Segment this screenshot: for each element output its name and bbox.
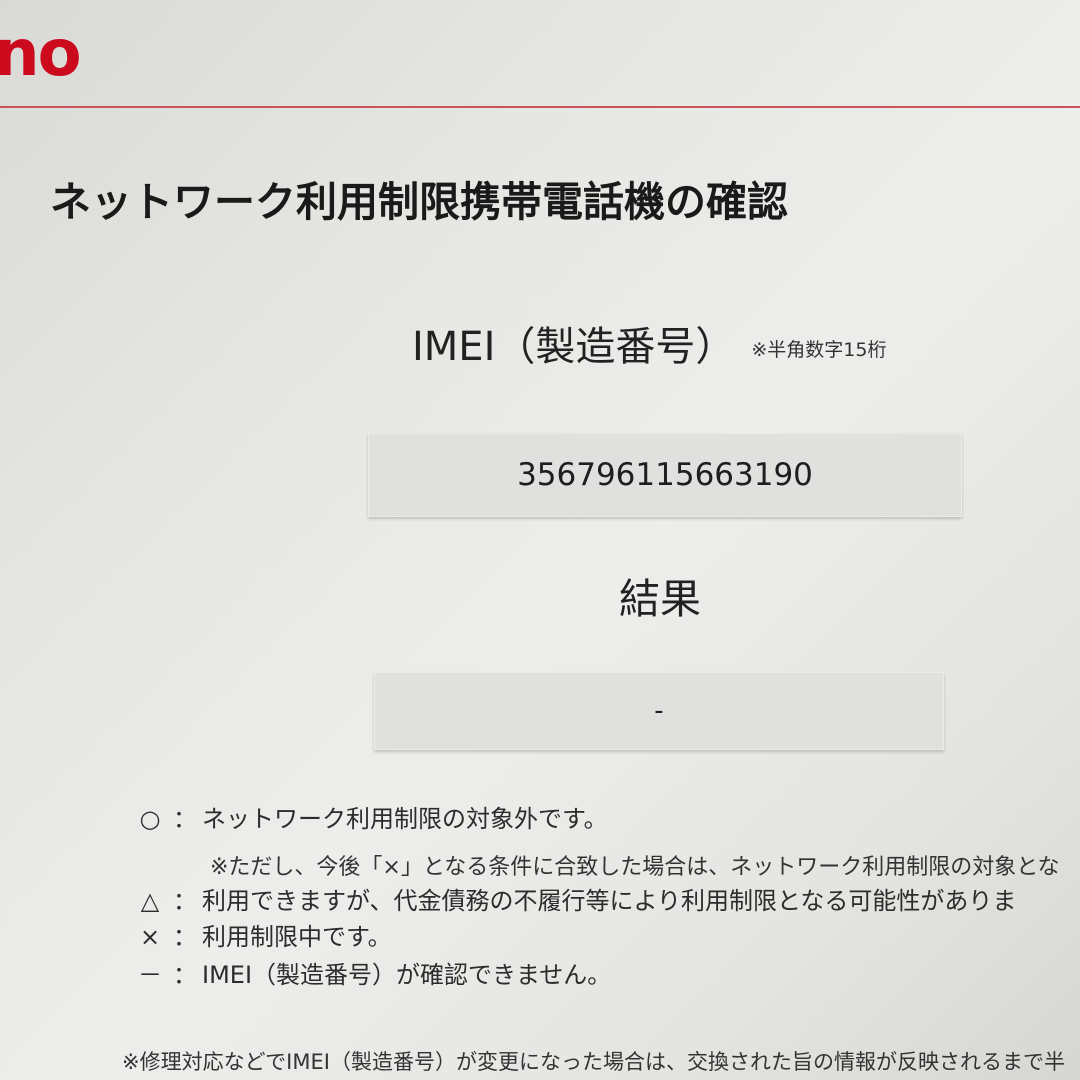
- result-field: -: [374, 672, 944, 750]
- legend-text: IMEI（製造番号）が確認できません。: [202, 961, 612, 989]
- legend-row-circle: ○：ネットワーク利用制限の対象外です。: [132, 804, 608, 835]
- legend-row-triangle: △：利用できますが、代金債務の不履行等により利用制限となる可能性がありま: [132, 886, 1017, 917]
- brand-logo[interactable]: no: [0, 22, 82, 86]
- imei-label: IMEI（製造番号） ※半角数字15桁: [412, 323, 887, 371]
- imei-format-note: ※半角数字15桁: [751, 339, 887, 361]
- imei-value: 356796115663190: [517, 457, 813, 493]
- imei-input[interactable]: 356796115663190: [368, 433, 962, 517]
- result-value: -: [654, 696, 664, 726]
- cross-icon: ×: [139, 923, 161, 951]
- legend-text: ネットワーク利用制限の対象外です。: [202, 805, 608, 833]
- triangle-icon: △: [140, 887, 160, 915]
- page-title: ネットワーク利用制限携帯電話機の確認: [50, 178, 788, 226]
- legend-row-cross: ×：利用制限中です。: [132, 922, 392, 953]
- circle-icon: ○: [139, 805, 161, 833]
- legend-note: ※ただし、今後「×」となる条件に合致した場合は、ネットワーク利用制限の対象とな: [210, 855, 1060, 880]
- result-label: 結果: [619, 575, 701, 623]
- legend-text: 利用制限中です。: [202, 923, 392, 951]
- imei-label-text: IMEI（製造番号）: [412, 324, 736, 370]
- dash-icon: －: [138, 961, 162, 989]
- legend-text: 利用できますが、代金債務の不履行等により利用制限となる可能性がありま: [202, 887, 1017, 915]
- site-header: no: [0, 0, 1080, 108]
- legend-row-dash: －： IMEI（製造番号）が確認できません。: [132, 960, 611, 991]
- footnote: ※修理対応などでIMEI（製造番号）が変更になった場合は、交換された旨の情報が反…: [122, 1050, 1065, 1074]
